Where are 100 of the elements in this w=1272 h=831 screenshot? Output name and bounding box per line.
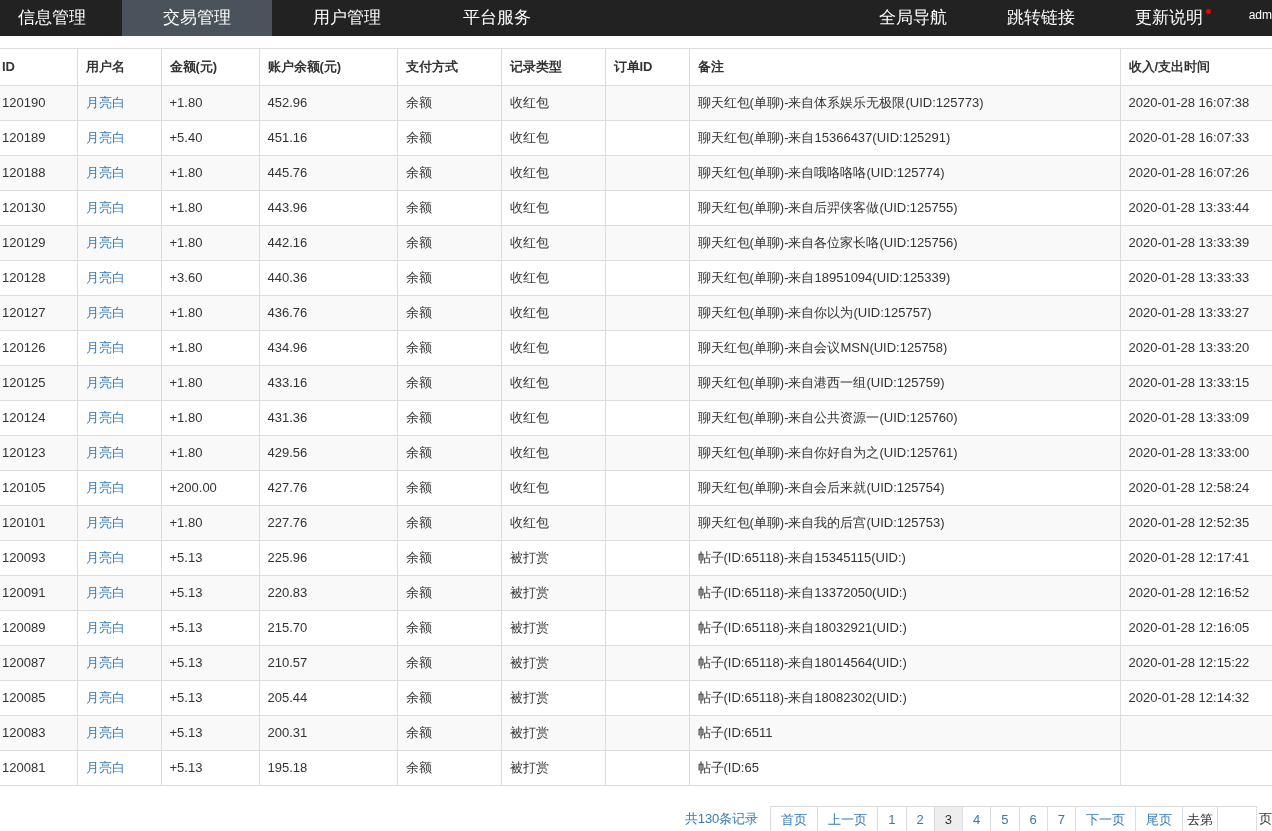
table-cell: 195.18 bbox=[259, 750, 397, 786]
table-cell: 帖子(ID:65118)-来自13372050(UID:) bbox=[689, 575, 1120, 611]
goto-suffix: 页 bbox=[1258, 810, 1272, 829]
table-cell: +1.80 bbox=[161, 85, 259, 121]
table-cell: 427.76 bbox=[259, 470, 397, 506]
page-link[interactable]: 1 bbox=[877, 806, 906, 831]
table-cell: 聊天红包(单聊)-来自会后来就(UID:125754) bbox=[689, 470, 1120, 506]
table-cell: 聊天红包(单聊)-来自各位家长咯(UID:125756) bbox=[689, 225, 1120, 261]
table-cell: 聊天红包(单聊)-来自你以为(UID:125757) bbox=[689, 295, 1120, 331]
table-cell: 120091 bbox=[0, 575, 77, 611]
table-cell: +5.13 bbox=[161, 680, 259, 716]
table-cell: 215.70 bbox=[259, 610, 397, 646]
table-cell: 429.56 bbox=[259, 435, 397, 471]
nav-tab[interactable]: 用户管理 bbox=[272, 0, 422, 36]
table-cell: 余额 bbox=[397, 505, 501, 541]
column-header: 支付方式 bbox=[397, 48, 501, 86]
table-cell: 聊天红包(单聊)-来自18951094(UID:125339) bbox=[689, 260, 1120, 296]
table-cell: 收红包 bbox=[501, 435, 605, 471]
table-cell: 120124 bbox=[0, 400, 77, 436]
table-cell: 被打赏 bbox=[501, 750, 605, 786]
table-cell: 120101 bbox=[0, 505, 77, 541]
table-cell: 120127 bbox=[0, 295, 77, 331]
table-cell: 220.83 bbox=[259, 575, 397, 611]
table-cell: 余额 bbox=[397, 190, 501, 226]
table-cell: +1.80 bbox=[161, 190, 259, 226]
page-link[interactable]: 7 bbox=[1046, 806, 1075, 831]
table-cell: 余额 bbox=[397, 120, 501, 156]
table-cell: 收红包 bbox=[501, 260, 605, 296]
table-cell: 被打赏 bbox=[501, 540, 605, 576]
table-cell: +5.13 bbox=[161, 645, 259, 681]
page-input[interactable] bbox=[1217, 806, 1257, 831]
page-link[interactable]: 尾页 bbox=[1135, 806, 1182, 831]
table-cell: 帖子(ID:65118)-来自15345115(UID:) bbox=[689, 540, 1120, 576]
page-link[interactable]: 上一页 bbox=[817, 806, 878, 831]
column-header: 金额(元) bbox=[161, 48, 259, 86]
page-link[interactable]: 6 bbox=[1018, 806, 1047, 831]
table-cell: +1.80 bbox=[161, 435, 259, 471]
page-link[interactable]: 2 bbox=[905, 806, 934, 831]
table-cell: 被打赏 bbox=[501, 610, 605, 646]
table-cell: 聊天红包(单聊)-来自哦咯咯咯(UID:125774) bbox=[689, 155, 1120, 191]
table-cell: 余额 bbox=[397, 470, 501, 506]
page-link[interactable]: 首页 bbox=[770, 806, 818, 831]
table-cell: 收红包 bbox=[501, 470, 605, 506]
table-cell: +200.00 bbox=[161, 470, 259, 506]
table-cell: 120123 bbox=[0, 435, 77, 471]
table-cell: 收红包 bbox=[501, 155, 605, 191]
table-cell: +1.80 bbox=[161, 295, 259, 331]
nav-link[interactable]: 跳转链接 bbox=[976, 0, 1105, 36]
table-cell: +1.80 bbox=[161, 155, 259, 191]
table-cell: 聊天红包(单聊)-来自你好自为之(UID:125761) bbox=[689, 435, 1120, 471]
nav-tab[interactable]: 信息管理 bbox=[0, 0, 122, 36]
table-cell: +5.13 bbox=[161, 715, 259, 751]
table-cell: 收红包 bbox=[501, 295, 605, 331]
table-cell: 收红包 bbox=[501, 225, 605, 261]
table-cell: 余额 bbox=[397, 85, 501, 121]
table-cell: 聊天红包(单聊)-来自港西一组(UID:125759) bbox=[689, 365, 1120, 401]
table-cell: 收红包 bbox=[501, 400, 605, 436]
table-cell: 被打赏 bbox=[501, 680, 605, 716]
table-cell: 200.31 bbox=[259, 715, 397, 751]
nav-tab[interactable]: 平台服务 bbox=[422, 0, 572, 36]
table-cell: 445.76 bbox=[259, 155, 397, 191]
table-cell: 帖子(ID:65 bbox=[689, 750, 1120, 786]
table-cell: 120081 bbox=[0, 750, 77, 786]
table-cell: 440.36 bbox=[259, 260, 397, 296]
table-cell: 聊天红包(单聊)-来自我的后宫(UID:125753) bbox=[689, 505, 1120, 541]
table-cell: 帖子(ID:65118)-来自18014564(UID:) bbox=[689, 645, 1120, 681]
table-cell: 442.16 bbox=[259, 225, 397, 261]
table-cell: +1.80 bbox=[161, 365, 259, 401]
column-header: ID bbox=[0, 48, 77, 86]
table-cell: +5.13 bbox=[161, 540, 259, 576]
table-cell: 120126 bbox=[0, 330, 77, 366]
table-cell: 120130 bbox=[0, 190, 77, 226]
table-cell: 205.44 bbox=[259, 680, 397, 716]
table-cell: 余额 bbox=[397, 715, 501, 751]
table-cell: 收红包 bbox=[501, 120, 605, 156]
table-cell: 120190 bbox=[0, 85, 77, 121]
table-cell: 436.76 bbox=[259, 295, 397, 331]
nav-link[interactable]: 全局导航 bbox=[848, 0, 977, 36]
page-link[interactable]: 3 bbox=[933, 806, 963, 831]
page-link[interactable]: 5 bbox=[990, 806, 1019, 831]
table-cell: 余额 bbox=[397, 295, 501, 331]
page-link[interactable]: 4 bbox=[962, 806, 991, 831]
nav-link[interactable]: 更新说明 bbox=[1104, 0, 1233, 36]
table-cell: 434.96 bbox=[259, 330, 397, 366]
table-cell: 120105 bbox=[0, 470, 77, 506]
column-header: 用户名 bbox=[77, 48, 161, 86]
table-cell: 收红包 bbox=[501, 190, 605, 226]
table-cell: 451.16 bbox=[259, 120, 397, 156]
nav-tab[interactable]: 交易管理 bbox=[122, 0, 272, 36]
table-cell: 聊天红包(单聊)-来自会议MSN(UID:125758) bbox=[689, 330, 1120, 366]
page-link[interactable]: 下一页 bbox=[1075, 806, 1135, 831]
table-cell: +1.80 bbox=[161, 400, 259, 436]
table-cell: 帖子(ID:6511 bbox=[689, 715, 1120, 751]
table-cell: 帖子(ID:65118)-来自18032921(UID:) bbox=[689, 610, 1120, 646]
table-cell: 余额 bbox=[397, 540, 501, 576]
table-cell: +5.40 bbox=[161, 120, 259, 156]
table-cell: 余额 bbox=[397, 330, 501, 366]
table-cell: +5.13 bbox=[161, 610, 259, 646]
user-name[interactable]: adm bbox=[1232, 0, 1272, 36]
table-cell: 聊天红包(单聊)-来自体系娱乐无极限(UID:125773) bbox=[689, 85, 1120, 121]
